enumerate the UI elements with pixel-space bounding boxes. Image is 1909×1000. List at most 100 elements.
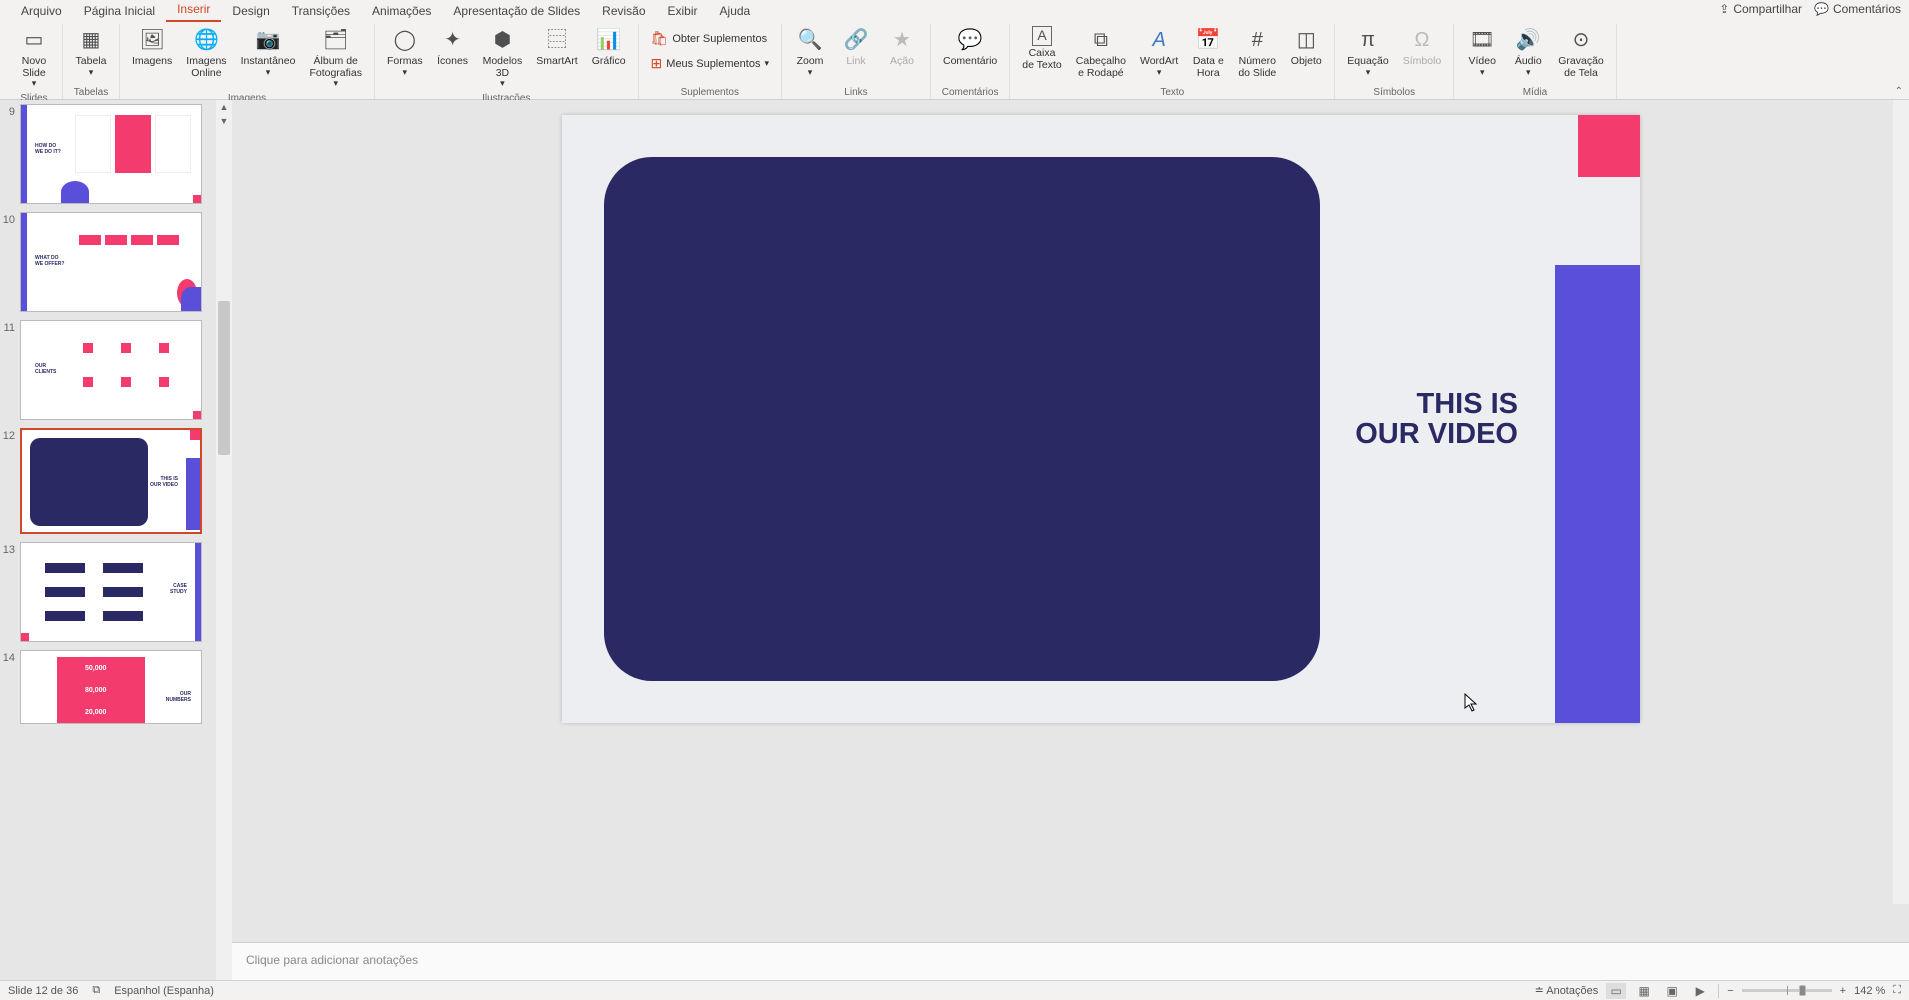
- images-button[interactable]: 🖼Imagens: [128, 24, 176, 70]
- tab-transicoes[interactable]: Transições: [281, 0, 361, 22]
- table-button[interactable]: ▦Tabela▾: [71, 24, 111, 79]
- smartart-button[interactable]: ⿳SmartArt: [532, 24, 581, 70]
- get-addins-button[interactable]: 🛍Obter Suplementos: [647, 28, 772, 49]
- zoom-button[interactable]: 🔍Zoom▾: [790, 24, 830, 79]
- images-icon: 🖼: [138, 26, 166, 54]
- reading-view-button[interactable]: ▣: [1662, 983, 1682, 999]
- pink-square-shape[interactable]: [1578, 115, 1640, 177]
- tab-revisao[interactable]: Revisão: [591, 0, 656, 22]
- thumb-number: 9: [0, 104, 18, 118]
- object-button[interactable]: ◫Objeto: [1286, 24, 1326, 70]
- store-icon: 🛍: [651, 30, 669, 47]
- notes-toggle[interactable]: ≐ Anotações: [1535, 984, 1599, 997]
- group-addins: 🛍Obter Suplementos ⊞Meus Suplementos ▾ S…: [639, 24, 782, 99]
- header-footer-button[interactable]: ⧉Cabeçalho e Rodapé: [1072, 24, 1130, 81]
- slide[interactable]: THIS IS OUR VIDEO: [562, 115, 1640, 723]
- textbox-button[interactable]: ACaixa de Texto: [1018, 24, 1066, 73]
- share-icon: ⇪: [1719, 2, 1729, 16]
- smartart-icon: ⿳: [543, 26, 571, 54]
- accessibility-icon[interactable]: ⧉: [92, 984, 100, 997]
- video-button[interactable]: 🎞Vídeo▾: [1462, 24, 1502, 79]
- icons-button[interactable]: ✦Ícones: [433, 24, 473, 70]
- slide-thumbnail-10[interactable]: WHAT DO WE OFFER?: [20, 212, 202, 312]
- textbox-icon: A: [1032, 26, 1052, 46]
- purple-rectangle-shape[interactable]: [1555, 265, 1640, 723]
- chart-icon: 📊: [595, 26, 623, 54]
- slide-thumbnail-14[interactable]: 50,000 80,000 20,000 OUR NUMBERS: [20, 650, 202, 724]
- zoom-out-button[interactable]: −: [1727, 985, 1733, 997]
- group-label-symbols: Símbolos: [1373, 87, 1415, 99]
- tab-inserir[interactable]: Inserir: [166, 0, 221, 22]
- language-indicator[interactable]: Espanhol (Espanha): [114, 985, 214, 997]
- cube-icon: ⬢: [488, 26, 516, 54]
- slide-number-button[interactable]: #Número do Slide: [1234, 24, 1280, 81]
- tab-pagina-inicial[interactable]: Página Inicial: [73, 0, 166, 22]
- link-icon: 🔗: [842, 26, 870, 54]
- ribbon: ▭Novo Slide▾ Slides ▦Tabela▾ Tabelas 🖼Im…: [0, 22, 1909, 100]
- thumb-number: 13: [0, 542, 18, 556]
- comments-button[interactable]: 💬Comentários: [1814, 2, 1901, 16]
- chart-button[interactable]: 📊Gráfico: [588, 24, 630, 70]
- screenshot-icon: 📷: [254, 26, 282, 54]
- video-placeholder[interactable]: [604, 157, 1320, 681]
- notes-placeholder[interactable]: Clique para adicionar anotações: [232, 942, 1909, 980]
- addins-icon: ⊞: [651, 55, 663, 72]
- group-label-addins: Suplementos: [681, 87, 739, 99]
- group-slides: ▭Novo Slide▾ Slides: [6, 24, 63, 99]
- thumbnails-scrollbar[interactable]: ▲ ▼: [216, 100, 232, 980]
- group-label-text: Texto: [1160, 87, 1184, 99]
- slide-thumbnail-9[interactable]: HOW DO WE DO IT?: [20, 104, 202, 204]
- zoom-in-button[interactable]: +: [1840, 985, 1846, 997]
- screen-recording-button[interactable]: ⊙Gravação de Tela: [1554, 24, 1608, 81]
- tab-design[interactable]: Design: [221, 0, 280, 22]
- tab-arquivo[interactable]: Arquivo: [10, 0, 73, 22]
- group-label-tables: Tabelas: [74, 87, 108, 99]
- date-time-button[interactable]: 📅Data e Hora: [1188, 24, 1228, 81]
- tab-animacoes[interactable]: Animações: [361, 0, 442, 22]
- fit-to-window-button[interactable]: ⛶: [1893, 984, 1901, 997]
- comment-button[interactable]: 💬Comentário: [939, 24, 1001, 70]
- date-icon: 📅: [1194, 26, 1222, 54]
- slide-thumbnail-11[interactable]: OUR CLIENTS: [20, 320, 202, 420]
- share-button[interactable]: ⇪Compartilhar: [1719, 2, 1802, 16]
- collapse-ribbon-button[interactable]: ⌃: [1895, 86, 1903, 97]
- scroll-up-icon[interactable]: ▲: [216, 100, 232, 114]
- thumb-number: 14: [0, 650, 18, 664]
- zoom-percentage[interactable]: 142 %: [1854, 985, 1885, 997]
- group-label-links: Links: [844, 87, 867, 99]
- tab-apresentacao[interactable]: Apresentação de Slides: [442, 0, 591, 22]
- slide-title[interactable]: THIS IS OUR VIDEO: [1355, 389, 1518, 450]
- equation-button[interactable]: πEquação▾: [1343, 24, 1392, 79]
- slideshow-view-button[interactable]: ▶: [1690, 983, 1710, 999]
- audio-button[interactable]: 🔊Áudio▾: [1508, 24, 1548, 79]
- slide-thumbnail-13[interactable]: CASE STUDY: [20, 542, 202, 642]
- images-online-button[interactable]: 🌐Imagens Online: [182, 24, 230, 81]
- tab-exibir[interactable]: Exibir: [657, 0, 709, 22]
- photo-album-button[interactable]: 🗂Álbum de Fotografias▾: [305, 24, 366, 91]
- group-links: 🔍Zoom▾ 🔗Link ★Ação Links: [782, 24, 931, 99]
- object-icon: ◫: [1292, 26, 1320, 54]
- normal-view-button[interactable]: ▭: [1606, 983, 1626, 999]
- slide-thumbnails-panel: 9 HOW DO WE DO IT? 10 WHAT DO WE OFFER?: [0, 100, 232, 980]
- shapes-button[interactable]: ◯Formas▾: [383, 24, 427, 79]
- my-addins-button[interactable]: ⊞Meus Suplementos ▾: [647, 53, 773, 74]
- slide-thumbnail-12[interactable]: THIS IS OUR VIDEO: [20, 428, 202, 534]
- zoom-slider[interactable]: [1742, 989, 1832, 992]
- models-3d-button[interactable]: ⬢Modelos 3D▾: [479, 24, 527, 91]
- zoom-icon: 🔍: [796, 26, 824, 54]
- slide-canvas-area: THIS IS OUR VIDEO Clique para adicionar …: [232, 100, 1909, 980]
- status-bar: Slide 12 de 36 ⧉ Espanhol (Espanha) ≐ An…: [0, 980, 1909, 1000]
- new-slide-button[interactable]: ▭Novo Slide▾: [14, 24, 54, 91]
- wordart-button[interactable]: AWordArt▾: [1136, 24, 1182, 79]
- symbol-button: ΩSímbolo: [1399, 24, 1446, 70]
- slide-stage[interactable]: THIS IS OUR VIDEO: [232, 100, 1909, 942]
- slide-sorter-view-button[interactable]: ▦: [1634, 983, 1654, 999]
- tab-ajuda[interactable]: Ajuda: [709, 0, 762, 22]
- screenshot-button[interactable]: 📷Instantâneo▾: [237, 24, 300, 79]
- group-text: ACaixa de Texto ⧉Cabeçalho e Rodapé AWor…: [1010, 24, 1335, 99]
- group-label-media: Mídia: [1523, 87, 1547, 99]
- equation-icon: π: [1354, 26, 1382, 54]
- icons-icon: ✦: [439, 26, 467, 54]
- symbol-icon: Ω: [1408, 26, 1436, 54]
- canvas-scrollbar[interactable]: [1893, 100, 1909, 904]
